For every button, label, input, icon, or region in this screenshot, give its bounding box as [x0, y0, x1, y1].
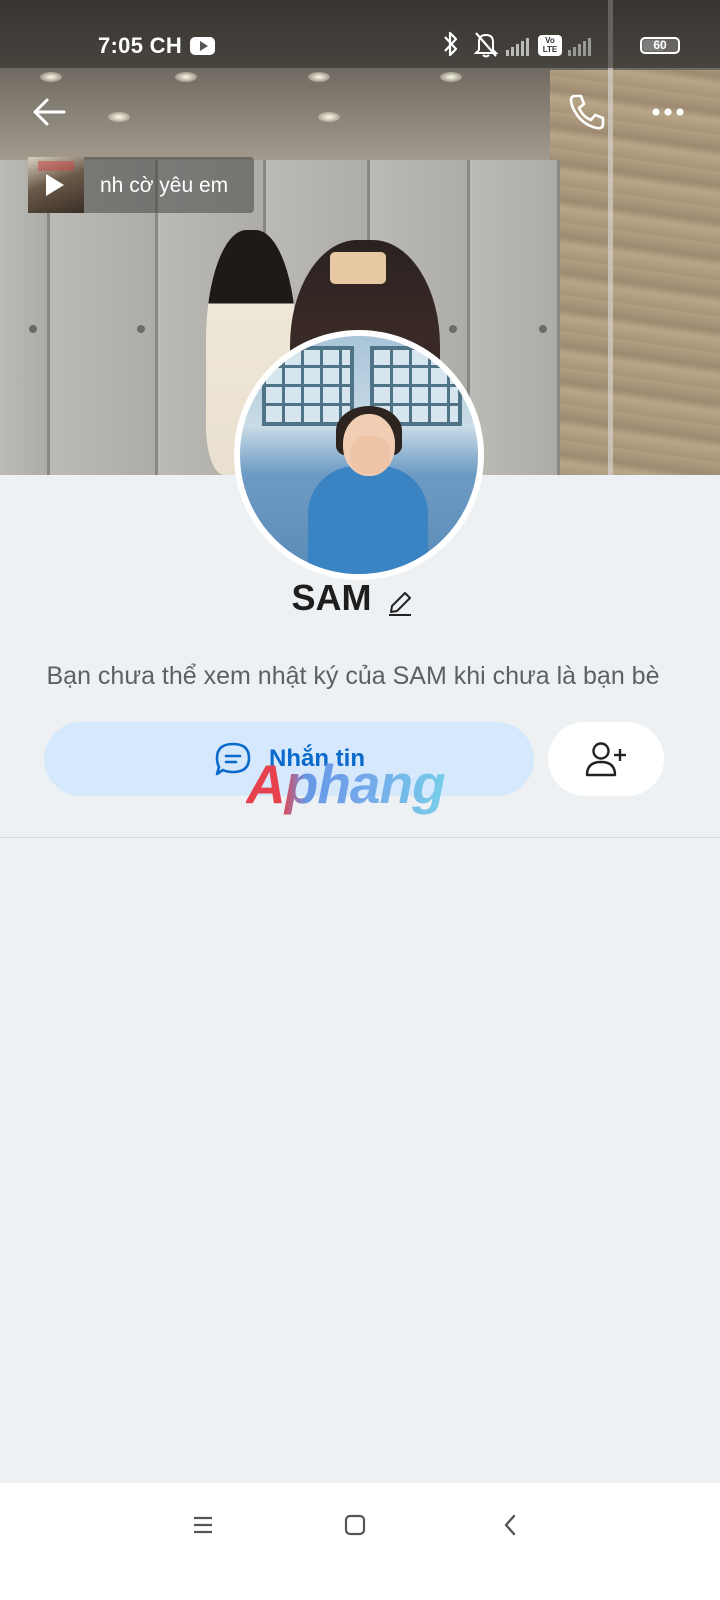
recent-apps-button[interactable]: [183, 1510, 223, 1540]
ceiling-light: [108, 112, 130, 122]
status-bar: 7:05 CH Vo LTE 60: [0, 0, 720, 68]
call-button[interactable]: [564, 90, 612, 134]
status-time: 7:05 CH: [98, 33, 183, 58]
back-button[interactable]: [28, 90, 76, 134]
divider: [0, 837, 720, 838]
ceiling-light: [440, 72, 462, 82]
profile-music-chip[interactable]: nh cờ yêu em: [28, 157, 254, 213]
cover-phone: [330, 252, 386, 284]
battery-level: 60: [653, 38, 667, 52]
battery-icon: 60: [640, 37, 680, 54]
ceiling-light: [308, 72, 330, 82]
system-nav-bar: [0, 1483, 720, 1600]
more-horizontal-icon: [652, 108, 684, 116]
mirror-edge: [608, 0, 613, 475]
arrow-left-icon: [33, 98, 66, 126]
avatar-hands: [350, 436, 390, 474]
ceiling-light: [40, 72, 62, 82]
ceiling-light: [318, 112, 340, 122]
bluetooth-icon: [442, 30, 460, 65]
signal-icon: [506, 36, 534, 61]
avatar-bg-window: [262, 346, 354, 426]
pencil-icon[interactable]: [386, 584, 414, 616]
more-options-button[interactable]: [650, 90, 698, 134]
menu-icon: [194, 1516, 212, 1534]
signal-icon: [568, 36, 596, 61]
avatar-body: [308, 466, 428, 574]
user-plus-icon: [585, 742, 626, 777]
phone-icon: [569, 94, 605, 130]
volte-icon: Vo LTE: [538, 35, 562, 56]
chevron-left-icon: [504, 1514, 516, 1536]
system-back-button[interactable]: [490, 1510, 530, 1540]
friendship-notice: Bạn chưa thể xem nhật ký của SAM khi chư…: [46, 662, 660, 690]
home-button[interactable]: [335, 1510, 375, 1540]
profile-name: SAM: [291, 577, 372, 618]
play-icon[interactable]: [46, 174, 64, 196]
watermark-logo: Aphang: [246, 753, 446, 815]
locker: [470, 160, 560, 475]
profile-name-row: SAM: [0, 577, 705, 619]
music-album-art: [28, 157, 84, 213]
add-friend-button[interactable]: [548, 722, 664, 796]
ceiling-light: [175, 72, 197, 82]
square-home-icon: [344, 1514, 366, 1536]
avatar[interactable]: [234, 330, 484, 580]
bell-off-icon: [473, 30, 499, 63]
music-title: nh cờ yêu em: [100, 174, 229, 197]
youtube-icon: [190, 37, 215, 55]
